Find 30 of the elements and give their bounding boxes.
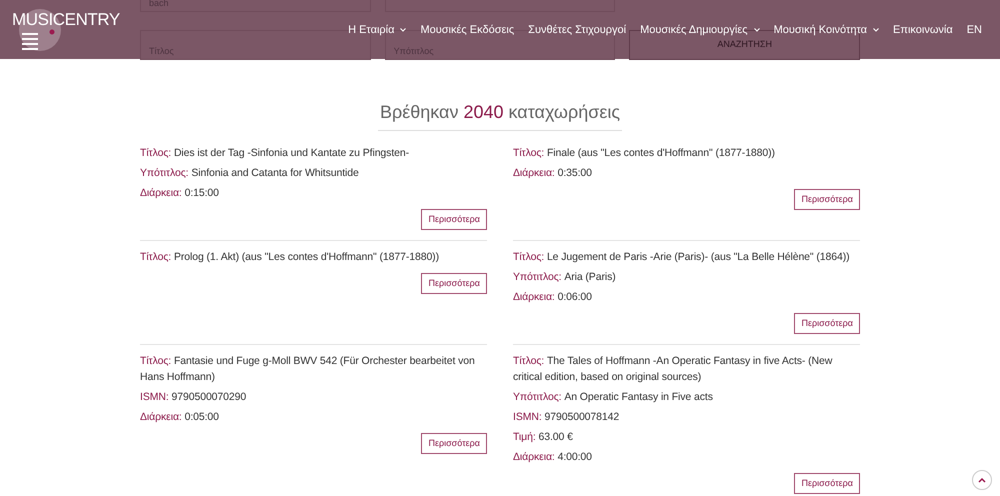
entry-field: Τίτλος: Dies ist der Tag -Sinfonia und Kantate zu Pfingsten- bbox=[140, 145, 487, 161]
results-heading: Βρέθηκαν 2040 καταχωρήσεις bbox=[378, 99, 622, 131]
entry-field: Διάρκεια: 0:06:00 bbox=[513, 289, 860, 305]
entry-field: ISMN: 9790500078142 bbox=[513, 409, 860, 425]
entry-field: Τίτλος: Le Jugement de Paris -Arie (Paris)- (aus "La Belle Hélène" (1864)) bbox=[513, 249, 860, 265]
more-button[interactable]: Περισσότερα bbox=[421, 273, 487, 294]
more-button[interactable]: Περισσότερα bbox=[421, 209, 487, 230]
scroll-top-button[interactable] bbox=[972, 470, 992, 490]
entry-field: Υπότιτλος: Aria (Paris) bbox=[513, 269, 860, 285]
entry-field: Διάρκεια: 4:00:00 bbox=[513, 449, 860, 465]
entry-field: Τίτλος: Finale (aus "Les contes d'Hoffmann" (1877-1880)) bbox=[513, 145, 860, 161]
more-button[interactable]: Περισσότερα bbox=[794, 473, 860, 494]
entry-field: Τίτλος: Fantasie und Fuge g-Moll BWV 542 (Für Orchester bearbeitet von Hans Hoffmann) bbox=[140, 353, 487, 385]
caret-up-icon bbox=[978, 477, 986, 483]
entry-field: Διάρκεια: 0:35:00 bbox=[513, 165, 860, 181]
nav-link[interactable]: EN bbox=[966, 22, 982, 38]
entry-field: ISMN: 9790500070290 bbox=[140, 389, 487, 405]
more-button[interactable]: Περισσότερα bbox=[794, 313, 860, 334]
entry-field: Υπότιτλος: Sinfonia and Catanta for Whitsuntide bbox=[140, 165, 487, 181]
more-button[interactable]: Περισσότερα bbox=[794, 189, 860, 210]
entry-field: Τίτλος: Prolog (1. Akt) (aus "Les contes d'Hoffmann" (1877-1880)) bbox=[140, 249, 487, 265]
logo[interactable]: MUSICENTRY bbox=[12, 10, 120, 30]
entry-field: Τιμή: 63.00 € bbox=[513, 429, 860, 445]
entry-field: Διάρκεια: 0:15:00 bbox=[140, 185, 487, 201]
more-button[interactable]: Περισσότερα bbox=[421, 433, 487, 454]
entry-field: Τίτλος: The Tales of Hoffmann -An Operatic Fantasy in five Acts- (New critical edition, based on original sources) bbox=[513, 353, 860, 385]
entry-field: Διάρκεια: 0:05:00 bbox=[140, 409, 487, 425]
entry-field: Υπότιτλος: An Operatic Fantasy in Five acts bbox=[513, 389, 860, 405]
nav-link[interactable]: Επικοινωνία bbox=[893, 22, 953, 38]
menu-icon[interactable] bbox=[22, 32, 38, 50]
